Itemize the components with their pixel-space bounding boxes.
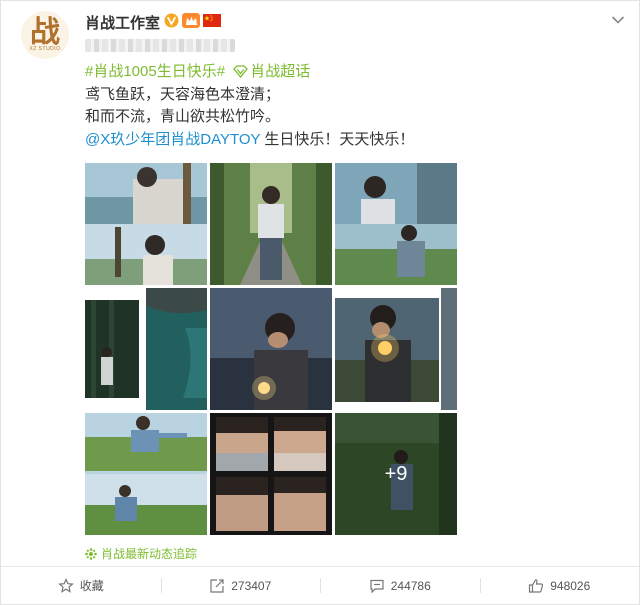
image-thumbnail[interactable] <box>85 413 207 535</box>
mention-link[interactable]: @X玖少年团肖战DAYTOY <box>85 131 260 148</box>
image-thumbnail[interactable] <box>335 288 457 410</box>
star-icon <box>57 577 74 593</box>
image-grid: +9 <box>85 163 457 537</box>
follow-updates-label: 肖战最新动态追踪 <box>101 547 198 561</box>
more-images-count: +9 <box>335 413 457 535</box>
image-thumbnail-more[interactable]: +9 <box>335 413 457 535</box>
image-thumbnail[interactable] <box>210 413 332 535</box>
repost-button[interactable]: 273407 <box>160 567 321 604</box>
track-icon <box>85 547 97 560</box>
post-line: 鸢飞鱼跃，天容海色本澄清； <box>85 85 281 103</box>
chevron-down-icon[interactable] <box>611 15 625 25</box>
favorite-label: 收藏 <box>79 579 104 593</box>
post-line-topic: #肖战1005生日快乐# 肖战超话 <box>85 61 414 84</box>
author-badges <box>164 13 221 28</box>
photo-sparkler-night <box>335 288 457 410</box>
post-line-mention: @X玖少年团肖战DAYTOY 生日快乐！天天快乐！ <box>85 129 414 152</box>
post-text: #肖战1005生日快乐# 肖战超话 鸢飞鱼跃，天容海色本澄清； 和而不流，青山欲… <box>85 61 414 151</box>
photo-tea-field <box>85 413 207 535</box>
image-thumbnail[interactable] <box>210 288 332 410</box>
image-thumbnail[interactable] <box>85 288 207 410</box>
photo-sparkler-dusk <box>210 288 332 410</box>
photo-tree-road <box>210 163 332 285</box>
like-button[interactable]: 948026 <box>479 567 640 604</box>
repost-icon <box>210 578 224 593</box>
china-flag-icon <box>203 14 221 27</box>
photo-collage-field <box>335 163 457 285</box>
author-name[interactable]: 肖战工作室 <box>85 12 160 33</box>
photo-forest-lake <box>85 288 207 410</box>
avatar-logo-glyph: 战 <box>30 15 60 50</box>
comment-button[interactable]: 244786 <box>320 567 480 604</box>
hashtag-link[interactable]: #肖战1005生日快乐# <box>85 63 225 80</box>
super-topic-link[interactable]: 肖战超话 <box>233 63 310 80</box>
post-line: 和而不流，青山欲共松竹吟。 <box>85 108 281 125</box>
verified-icon <box>164 13 179 28</box>
super-topic-icon <box>233 65 249 79</box>
weibo-post-card: 战 XZ STUDIO 肖战工作室 #肖战1005生日快乐# 肖战超话 鸢飞鱼跃… <box>0 0 640 605</box>
image-thumbnail[interactable] <box>335 163 457 285</box>
image-thumbnail[interactable] <box>210 163 332 285</box>
comment-icon <box>370 579 384 593</box>
avatar-logo-subtext: XZ STUDIO <box>29 46 61 52</box>
vip-icon[interactable] <box>182 13 200 28</box>
photo-film-strip-portraits <box>210 413 332 535</box>
image-thumbnail[interactable] <box>85 163 207 285</box>
photo-collage-sea <box>85 163 207 285</box>
like-count: 948026 <box>550 578 591 593</box>
like-icon <box>529 578 544 593</box>
avatar[interactable]: 战 XZ STUDIO <box>21 11 69 59</box>
action-bar: 收藏 273407 244786 948026 <box>1 566 639 604</box>
post-meta-blurred <box>85 39 235 52</box>
mention-suffix: 生日快乐！天天快乐！ <box>260 130 415 148</box>
follow-updates-link[interactable]: 肖战最新动态追踪 <box>85 545 197 562</box>
super-topic-label: 肖战超话 <box>250 63 311 80</box>
favorite-button[interactable]: 收藏 <box>1 567 161 604</box>
comment-count: 244786 <box>390 578 431 593</box>
repost-count: 273407 <box>231 578 272 593</box>
